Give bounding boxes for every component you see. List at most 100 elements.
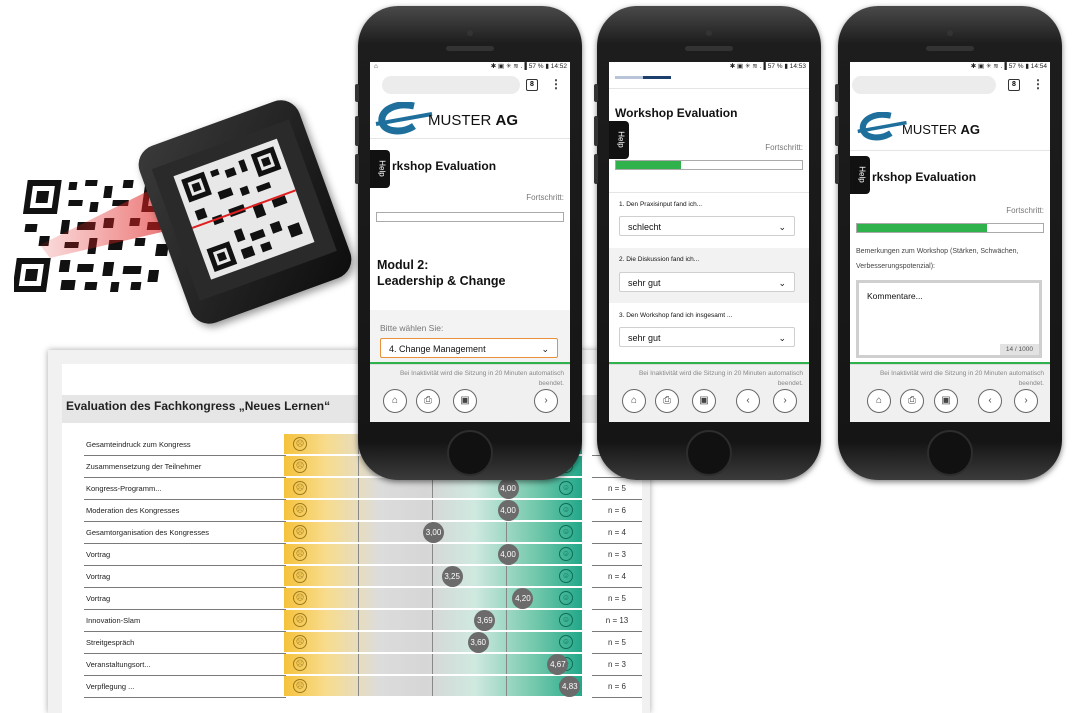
report-row-count: n = 5 xyxy=(592,478,642,500)
phone-2-screen: ✱ ▣ ✳ ≋ .▐ 57 % ▮ 14:53 Workshop Evaluat… xyxy=(609,62,809,422)
back-button[interactable]: ‹ xyxy=(978,389,1002,413)
help-tab[interactable]: Help xyxy=(370,150,390,188)
report-row: Streitgespräch ☹ ☺ n = 5 3,60 xyxy=(84,632,642,654)
sad-face-icon: ☹ xyxy=(293,569,307,583)
progress-bar xyxy=(615,160,803,170)
url-field[interactable] xyxy=(852,76,996,94)
progress-bar xyxy=(856,223,1044,233)
sad-face-icon: ☹ xyxy=(293,613,307,627)
print-button[interactable]: ⎙ xyxy=(655,389,679,413)
report-row-count: n = 4 xyxy=(592,566,642,588)
report-row: Vortrag ☹ ☺ n = 3 4,00 xyxy=(84,544,642,566)
report-row-count: n = 5 xyxy=(592,632,642,654)
next-button[interactable]: › xyxy=(773,389,797,413)
happy-face-icon: ☺ xyxy=(559,591,573,605)
report-row: Veranstaltungsort...☹☺n = 34,67 xyxy=(84,654,642,676)
rating-scale: ☹☺ xyxy=(284,654,582,674)
remarks-textarea[interactable]: Kommentare... 14 / 1000 xyxy=(856,280,1042,358)
sad-face-icon: ☹ xyxy=(293,547,307,561)
next-button[interactable]: › xyxy=(1014,389,1038,413)
report-row: Vortrag ☹ ☺ n = 4 3,25 xyxy=(84,566,642,588)
phone-home-button[interactable] xyxy=(927,430,973,476)
menu-icon[interactable]: ⋮ xyxy=(1032,78,1044,90)
question-1-select[interactable]: schlecht ⌄ xyxy=(619,216,795,236)
sad-face-icon: ☹ xyxy=(293,481,307,495)
menu-icon[interactable]: ⋮ xyxy=(550,78,562,90)
next-button[interactable]: › xyxy=(534,389,558,413)
logo-ag: AG xyxy=(495,112,519,129)
save-button[interactable]: ▣ xyxy=(934,389,958,413)
module-title-line1: Modul 2: xyxy=(377,258,429,272)
report-row-count: n = 6 xyxy=(592,676,642,698)
rating-scale: ☹☺ xyxy=(284,500,582,520)
phone-2: ✱ ▣ ✳ ≋ .▐ 57 % ▮ 14:53 Workshop Evaluat… xyxy=(594,6,821,480)
save-button[interactable]: ▣ xyxy=(692,389,716,413)
progress-label: Fortschritt: xyxy=(526,193,564,202)
help-tab[interactable]: Help xyxy=(609,121,629,159)
status-bar: ✱ ▣ ✳ ≋ .▐ 57 % ▮ 14:54 xyxy=(970,63,1047,70)
tabs-count-icon[interactable]: 8 xyxy=(1008,79,1020,91)
phone-home-button[interactable] xyxy=(447,430,493,476)
report-title: Evaluation des Fachkongress „Neues Lerne… xyxy=(66,399,331,413)
progress-fill xyxy=(857,224,988,232)
print-button[interactable]: ⎙ xyxy=(900,389,924,413)
happy-face-icon: ☺ xyxy=(559,635,573,649)
rating-value-marker: 4,00 xyxy=(497,478,519,499)
help-tab[interactable]: Help xyxy=(850,156,870,194)
rating-scale: ☹☺ xyxy=(284,676,582,696)
tabs-count-icon[interactable]: 8 xyxy=(526,79,538,91)
report-row-label: Vortrag xyxy=(84,566,286,588)
report-row-count: n = 13 xyxy=(592,610,642,632)
survey-title: rkshop Evaluation xyxy=(872,170,977,184)
muster-ag-logo: MUSTER AG xyxy=(856,112,1036,148)
progress-bar xyxy=(376,212,564,222)
report-row-count: n = 5 xyxy=(592,588,642,610)
survey-title: Workshop Evaluation xyxy=(615,106,738,120)
sad-face-icon: ☹ xyxy=(293,503,307,517)
rating-scale: ☹☺ xyxy=(284,478,582,498)
rating-value-marker: 3,00 xyxy=(423,522,444,543)
phone-home-button[interactable] xyxy=(686,430,732,476)
home-button[interactable]: ⌂ xyxy=(383,389,407,413)
module-select[interactable]: 4. Change Management ⌄ xyxy=(380,338,558,358)
sad-face-icon: ☹ xyxy=(293,591,307,605)
report-row-count: n = 4 xyxy=(592,522,642,544)
question-2-select[interactable]: sehr gut ⌄ xyxy=(619,272,795,292)
question-3-label: 3. Den Workshop fand ich insgesamt ... xyxy=(619,312,733,319)
sad-face-icon: ☹ xyxy=(293,437,307,451)
session-note: Bei Inaktivität wird die Sitzung in 20 M… xyxy=(879,370,1044,387)
report-row-label: Zusammensetzung der Teilnehmer xyxy=(84,456,286,478)
survey-title: rkshop Evaluation xyxy=(392,159,497,173)
chevron-down-icon: ⌄ xyxy=(541,344,549,354)
phone-3: ✱ ▣ ✳ ≋ .▐ 57 % ▮ 14:54 8 ⋮ MUSTER AG He… xyxy=(835,6,1062,480)
home-button[interactable]: ⌂ xyxy=(867,389,891,413)
sad-face-icon: ☹ xyxy=(293,459,307,473)
phone-3-screen: ✱ ▣ ✳ ≋ .▐ 57 % ▮ 14:54 8 ⋮ MUSTER AG He… xyxy=(850,62,1050,422)
status-left-icon: ⌂ xyxy=(374,63,378,70)
back-button[interactable]: ‹ xyxy=(736,389,760,413)
happy-face-icon: ☺ xyxy=(559,547,573,561)
save-button[interactable]: ▣ xyxy=(453,389,477,413)
url-field[interactable] xyxy=(382,76,520,94)
chevron-down-icon: ⌄ xyxy=(778,333,786,343)
report-row-label: Verpflegung ... xyxy=(84,676,286,698)
logo-ag: AG xyxy=(960,122,981,137)
rating-scale: ☹☺ xyxy=(284,610,582,630)
remarks-placeholder: Kommentare... xyxy=(867,291,923,301)
question-3-select[interactable]: sehr gut ⌄ xyxy=(619,327,795,347)
rating-scale: ☹☺ xyxy=(284,632,582,652)
report-row: Kongress-Programm... ☹ ☺ n = 5 4,00 xyxy=(84,478,642,500)
rating-value-marker: 3,25 xyxy=(441,566,463,587)
session-note: Bei Inaktivität wird die Sitzung in 20 M… xyxy=(399,370,564,387)
report-row-label: Gesamteindruck zum Kongress xyxy=(84,434,286,456)
happy-face-icon: ☺ xyxy=(559,569,573,583)
report-row-label: Vortrag xyxy=(84,588,286,610)
sad-face-icon: ☹ xyxy=(293,679,307,693)
report-row: Innovation-Slam ☹ ☺ n = 13 3,69 xyxy=(84,610,642,632)
report-row-label: Vortrag xyxy=(84,544,286,566)
sad-face-icon: ☹ xyxy=(293,635,307,649)
print-button[interactable]: ⎙ xyxy=(416,389,440,413)
report-row: Gesamtorganisation des Kongresses ☹ ☺ n = 4… xyxy=(84,522,642,544)
sad-face-icon: ☹ xyxy=(293,525,307,539)
home-button[interactable]: ⌂ xyxy=(622,389,646,413)
